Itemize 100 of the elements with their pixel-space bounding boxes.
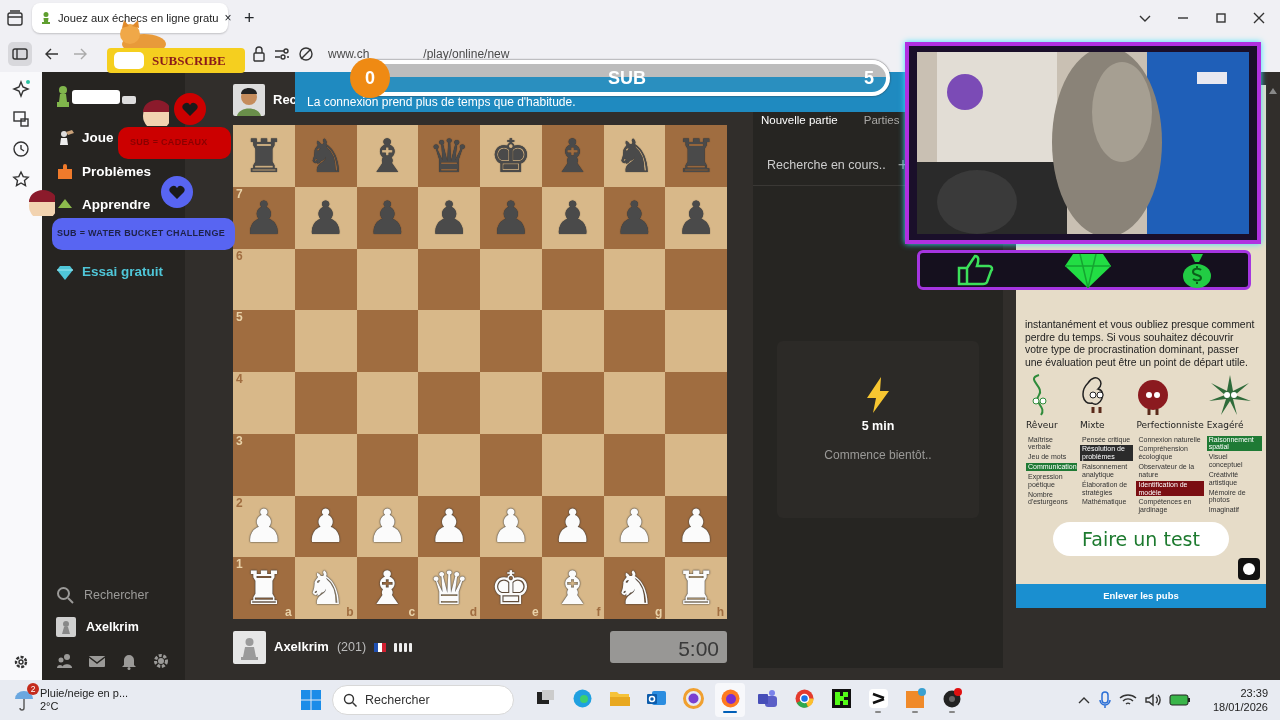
sparkle-icon[interactable] [12,80,30,98]
sidebar-icon[interactable] [8,42,32,66]
chess-piece[interactable]: ♟ [305,194,347,241]
friends-icon[interactable] [56,652,74,670]
board-square[interactable]: ♞ [603,125,666,187]
board-square[interactable]: 6 [233,248,295,311]
board-square[interactable] [356,372,419,434]
subscribe-button[interactable]: SUBSCRIBE [107,48,245,73]
microphone-icon[interactable] [1098,691,1111,709]
chess-piece[interactable]: ♝ [366,565,408,612]
chess-piece[interactable]: ♝ [366,132,408,179]
firefox-icon[interactable] [715,683,745,717]
nav-item[interactable]: Apprendre [56,194,151,216]
chess-piece[interactable]: ♟ [552,194,594,241]
battery-icon[interactable] [1168,694,1191,706]
file-label: h [716,606,724,618]
nav-item[interactable]: Joue [56,127,114,149]
file-label: c [408,606,416,618]
board-square[interactable] [356,248,419,311]
board-square[interactable] [294,248,357,311]
bell-icon[interactable] [120,652,138,670]
board-square[interactable] [603,310,666,372]
board-square[interactable]: ♟ [541,495,604,558]
tracking-protection-icon[interactable] [298,46,314,62]
chess-piece[interactable]: ♞ [613,565,655,612]
panel-tab[interactable]: Nouvelle partie [761,112,838,128]
chess-logo[interactable] [56,84,136,108]
board-square[interactable]: 4 [233,372,295,434]
board-square[interactable]: ♟ [294,495,357,558]
clock-date[interactable]: 18/01/2026 [1212,700,1268,715]
volume-icon[interactable] [1144,693,1161,707]
board-square[interactable] [541,433,604,496]
board-square[interactable] [541,248,604,311]
board-square[interactable]: ♟ [418,495,480,558]
back-icon[interactable] [44,46,60,62]
scroll-arrow-icon[interactable] [1269,88,1277,94]
tab-title: Jouez aux échecs en ligne gratu [58,10,219,26]
history-icon[interactable] [12,140,30,158]
chess-piece[interactable]: ♟ [675,194,717,241]
new-tab-button[interactable]: + [244,4,255,32]
wifi-icon[interactable] [1118,693,1137,707]
board-square[interactable] [603,248,666,311]
board-square[interactable] [356,310,419,372]
rank-label: 4 [236,373,243,385]
connection-bars-icon [394,642,413,652]
devices-icon[interactable] [12,110,30,128]
diamond-icon [56,263,74,281]
search-field[interactable]: Rechercher [332,685,514,715]
tab-list-icon[interactable] [6,9,24,27]
close-icon[interactable] [1252,11,1266,25]
chess-piece[interactable]: ♜ [243,132,285,179]
chess-piece[interactable]: ♟ [305,503,347,550]
board-square[interactable] [665,248,727,311]
user-link[interactable]: Axelkrim [56,610,185,644]
puzzle-icon [56,163,74,181]
permissions-icon[interactable] [274,47,290,61]
board-square[interactable] [603,433,666,496]
board-square[interactable]: ♟ [294,186,357,249]
board-square[interactable] [480,248,542,311]
nav-item[interactable]: Essai gratuit [56,261,164,283]
type-name: Rêveur [1026,419,1059,433]
board-square[interactable]: ♟ [541,186,604,249]
board-square[interactable]: ♝ [356,125,419,187]
chess-piece[interactable]: ♟ [428,194,470,241]
clock-time[interactable]: 23:39 [1212,685,1268,700]
chess-piece[interactable]: ♜ [243,565,285,612]
chess-piece[interactable]: ♚ [490,132,532,179]
chess-piece[interactable]: ♞ [613,132,655,179]
board-square[interactable]: ♟ [418,186,480,249]
file-label: a [285,606,292,618]
board-square[interactable]: ♟ [665,495,727,558]
chess-piece[interactable]: ♟ [552,503,594,550]
board-square[interactable] [603,372,666,434]
start-icon[interactable] [300,689,322,711]
board-square[interactable]: 5 [233,310,295,372]
game-status: Commence bientôt.. [824,446,932,464]
settings-icon[interactable] [152,652,170,670]
nav-item[interactable]: Problèmes [56,161,152,183]
chess-piece[interactable]: ♟ [675,503,717,550]
bookmark-star-icon[interactable] [12,170,30,188]
board-square[interactable]: 3 [233,433,295,496]
board-square[interactable]: ♚ [480,125,542,187]
chevron-up-icon[interactable] [1076,695,1091,705]
board-square[interactable] [356,433,419,496]
maximize-icon[interactable] [1214,11,1228,25]
chess-piece[interactable]: ♟ [428,503,470,550]
remove-ads-button[interactable]: Enlever les pubs [1016,584,1266,608]
test-button[interactable]: Faire un test [1053,522,1229,556]
subscribe-label: SUBSCRIBE [152,51,226,70]
board-square[interactable] [294,433,357,496]
chess-piece[interactable]: ♚ [490,565,532,612]
board-square[interactable]: ♜ [233,125,295,187]
board-square[interactable]: ♟ [665,186,727,249]
chat-bubble-icon[interactable] [1238,558,1260,580]
board-square[interactable] [418,248,480,311]
search-link[interactable]: Rechercher [56,580,185,610]
thumbs-up-icon [955,254,995,286]
panel-tab[interactable]: Parties [863,112,900,128]
settings-icon[interactable] [13,654,29,670]
search-status: Recherche en cours.. [767,157,886,175]
